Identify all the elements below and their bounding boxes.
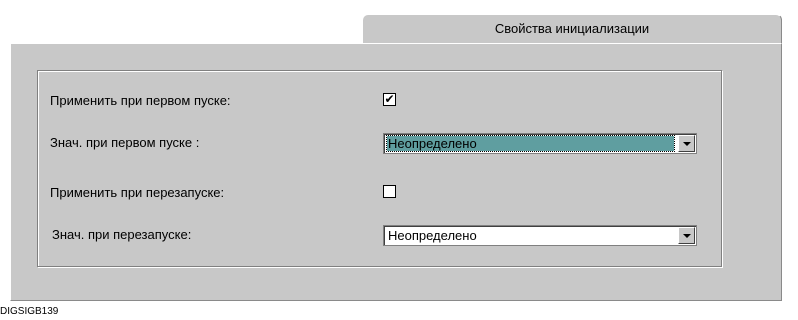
apply-first-start-checkbox[interactable]: ✔ [383, 93, 396, 106]
value-first-start-combo[interactable]: Неопределено [383, 133, 697, 154]
value-restart-combo[interactable]: Неопределено [383, 225, 697, 246]
chevron-down-icon[interactable] [678, 227, 695, 244]
value-first-start-selected: Неопределено [386, 135, 675, 152]
init-group-box: Применить при первом пуске: ✔ Знач. при … [37, 70, 722, 267]
chevron-down-icon[interactable] [678, 135, 695, 152]
tab-init-properties[interactable]: Свойства инициализации [362, 14, 782, 44]
figure-caption: DIGSIGB139 [0, 306, 59, 317]
value-restart-selected: Неопределено [388, 228, 477, 243]
value-restart-label: Знач. при перезапуске: [52, 227, 192, 242]
apply-restart-checkbox[interactable] [383, 185, 396, 198]
properties-panel: Применить при первом пуске: ✔ Знач. при … [10, 43, 782, 301]
value-first-start-label: Знач. при первом пуске : [50, 135, 200, 150]
tab-label: Свойства инициализации [494, 21, 650, 36]
apply-first-start-label: Применить при первом пуске: [50, 93, 231, 108]
apply-restart-label: Применить при перезапуске: [50, 185, 225, 200]
